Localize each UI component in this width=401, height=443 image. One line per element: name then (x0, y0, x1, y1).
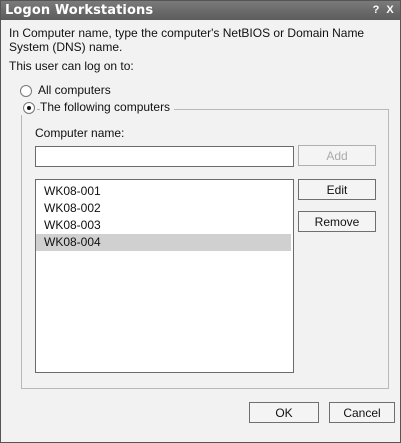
description-text: In Computer name, type the computer's Ne… (9, 26, 365, 54)
can-log-on-label: This user can log on to: (9, 59, 134, 73)
ok-button[interactable]: OK (249, 402, 319, 423)
dialog-title: Logon Workstations (5, 3, 154, 18)
computers-list[interactable]: WK08-001 WK08-002 WK08-003 WK08-004 (35, 179, 294, 373)
edit-button[interactable]: Edit (298, 179, 376, 200)
add-button[interactable]: Add (298, 145, 376, 166)
list-item[interactable]: WK08-003 (36, 217, 291, 234)
following-computers-radio[interactable] (23, 102, 35, 114)
following-computers-label[interactable]: The following computers (40, 100, 175, 114)
close-icon[interactable]: X (384, 4, 396, 16)
help-icon[interactable]: ? (370, 4, 382, 16)
cancel-button[interactable]: Cancel (329, 402, 395, 423)
computer-name-input[interactable] (35, 146, 294, 167)
title-bar[interactable]: Logon Workstations ? X (1, 1, 400, 20)
all-computers-label[interactable]: All computers (38, 83, 111, 97)
computer-name-label: Computer name: (35, 126, 125, 140)
list-item-selected[interactable]: WK08-004 (36, 234, 291, 251)
remove-button[interactable]: Remove (298, 211, 376, 232)
list-item[interactable]: WK08-002 (36, 200, 291, 217)
logon-workstations-dialog: Logon Workstations ? X In Computer name,… (0, 0, 401, 443)
all-computers-radio[interactable] (20, 85, 32, 97)
list-item[interactable]: WK08-001 (36, 183, 291, 200)
